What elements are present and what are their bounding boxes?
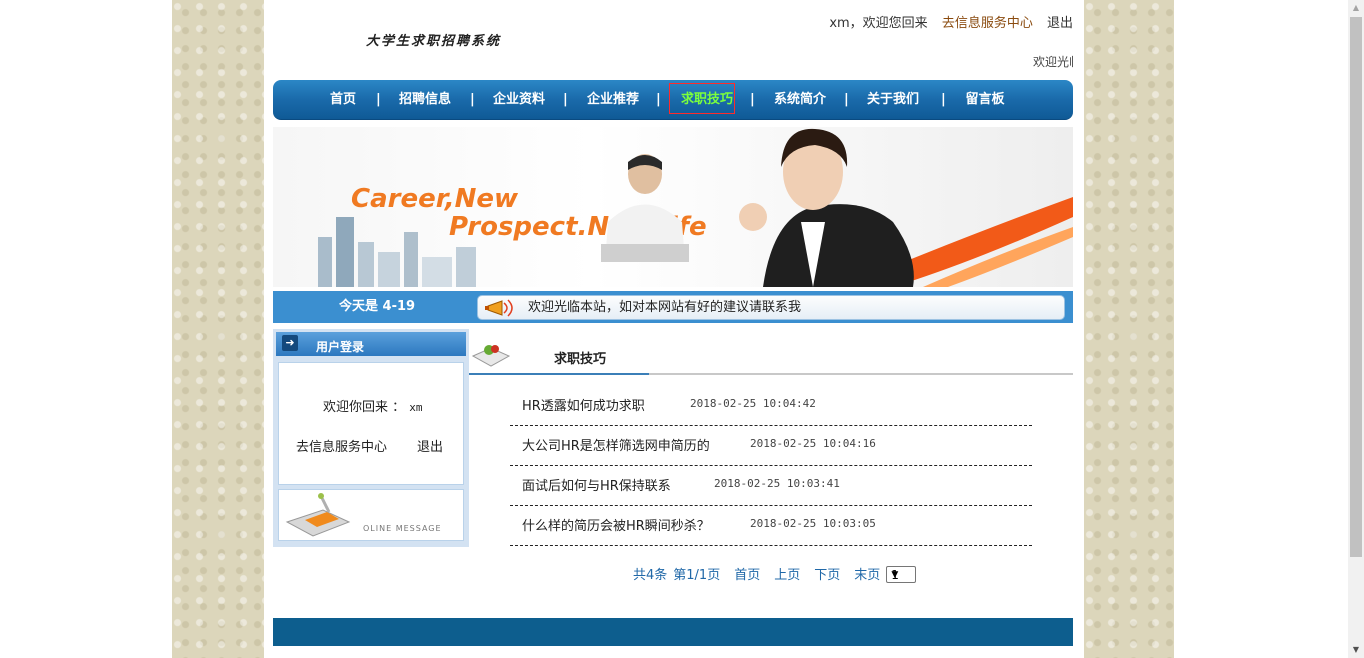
article-date: 2018-02-25 10:04:42	[690, 397, 816, 410]
nav-separator: |	[563, 92, 568, 107]
login-panel-header: ➜ 用户登录	[276, 332, 466, 356]
scroll-up-arrow-icon[interactable]: ▲	[1348, 0, 1364, 16]
pager-first-link[interactable]: 首页	[734, 568, 760, 583]
nav-separator: |	[941, 92, 946, 107]
login-sidebar: ➜ 用户登录 欢迎你回来 ： xm 去信息服务中心 退出 OLINE MESSA…	[273, 329, 469, 547]
hero-banner: Career,New Prospect.New life	[273, 127, 1073, 287]
page-background-right	[1084, 0, 1174, 658]
article-date: 2018-02-25 10:03:41	[714, 477, 840, 490]
login-panel-title: 用户登录	[316, 340, 365, 354]
nav-home[interactable]: 首页	[323, 80, 363, 119]
pager-page-info: 第1/1页	[673, 568, 721, 583]
nav-separator: |	[470, 92, 475, 107]
pager-total: 共4条	[633, 568, 668, 583]
notice-text: 欢迎光临本站，如对本网站有好的建议请联系我	[528, 300, 802, 315]
article-title-link[interactable]: 什么样的简历会被HR瞬间秒杀？	[522, 515, 710, 534]
page-background-left	[172, 0, 264, 658]
login-panel-body: 欢迎你回来 ： xm 去信息服务中心 退出	[278, 362, 464, 485]
nav-jobs[interactable]: 招聘信息	[397, 80, 453, 119]
article-date: 2018-02-25 10:04:16	[750, 437, 876, 450]
article-row: 大公司HR是怎样筛选网申简历的 2018-02-25 10:04:16	[510, 426, 1032, 466]
today-date: 今天是 4-19	[339, 299, 416, 314]
article-title-link[interactable]: HR透露如何成功求职	[522, 395, 645, 414]
top-logout-link[interactable]: 退出	[1047, 12, 1073, 31]
online-message-banner[interactable]: OLINE MESSAGE	[278, 489, 464, 541]
footer-bar	[273, 618, 1073, 646]
site-title: 大学生求职招聘系统	[366, 34, 502, 49]
top-user-links: xm，欢迎您回来 去信息服务中心 退出	[829, 12, 1073, 31]
message-pad-icon	[285, 493, 351, 537]
top-service-center-link[interactable]: 去信息服务中心	[942, 12, 1033, 31]
nav-guestbook[interactable]: 留言板	[964, 80, 1006, 119]
article-row: 什么样的简历会被HR瞬间秒杀？ 2018-02-25 10:03:05	[510, 506, 1032, 546]
nav-companies[interactable]: 企业资料	[491, 80, 547, 119]
welcome-message: 欢迎你回来 ： xm	[323, 396, 423, 415]
article-title-link[interactable]: 大公司HR是怎样筛选网申简历的	[522, 435, 710, 454]
top-marquee-text: 欢迎光临	[1033, 55, 1073, 69]
pager-next-link[interactable]: 下页	[814, 568, 840, 583]
sidebar-logout-link[interactable]: 退出	[417, 436, 443, 455]
man-photo-image	[601, 154, 689, 262]
article-row: 面试后如何与HR保持联系 2018-02-25 10:03:41	[510, 466, 1032, 506]
date-notice-bar: 今天是 4-19 欢迎光临本站，如对本网站有好的建议请联系我	[273, 291, 1073, 323]
section-divider-accent	[469, 373, 649, 375]
window-margin-left	[0, 0, 172, 658]
welcome-username: xm	[409, 401, 423, 414]
nav-recommended[interactable]: 企业推荐	[585, 80, 641, 119]
nav-tips-active[interactable]: 求职技巧	[669, 80, 735, 119]
section-tray-icon	[471, 345, 511, 367]
article-row: HR透露如何成功求职 2018-02-25 10:04:42	[510, 386, 1032, 426]
active-tab-highlight	[669, 83, 735, 114]
pager-last-link[interactable]: 末页	[854, 568, 880, 583]
nav-separator: |	[376, 92, 381, 107]
article-date: 2018-02-25 10:03:05	[750, 517, 876, 530]
welcome-prefix: 欢迎你回来 ：	[323, 400, 406, 415]
banner-slogan-line1: Career,New	[351, 184, 519, 214]
nav-separator: |	[750, 92, 755, 107]
arrow-right-icon: ➜	[282, 335, 298, 351]
section-title: 求职技巧	[554, 352, 607, 367]
vertical-scrollbar[interactable]: ▲ ▼	[1348, 0, 1364, 658]
top-greeting: xm，欢迎您回来	[829, 16, 928, 31]
chevron-down-icon: ▼	[891, 570, 899, 580]
main-navbar: 首页 | 招聘信息 | 企业资料 | 企业推荐 | 求职技巧 | 系统简介 | …	[273, 80, 1073, 120]
nav-about-system[interactable]: 系统简介	[772, 80, 828, 119]
pager-prev-link[interactable]: 上页	[774, 568, 800, 583]
nav-separator: |	[844, 92, 849, 107]
page-select[interactable]: 1 ▼	[886, 566, 917, 583]
scrollbar-thumb[interactable]	[1350, 17, 1362, 557]
scroll-down-arrow-icon[interactable]: ▼	[1348, 642, 1364, 658]
sidebar-service-center-link[interactable]: 去信息服务中心	[296, 436, 387, 455]
pagination: 共4条 第1/1页 首页 上页 下页 末页 1 ▼	[633, 564, 917, 584]
section-header: 求职技巧	[469, 330, 1073, 376]
article-title-link[interactable]: 面试后如何与HR保持联系	[522, 475, 671, 494]
nav-about-us[interactable]: 关于我们	[865, 80, 921, 119]
notice-box: 欢迎光临本站，如对本网站有好的建议请联系我	[477, 295, 1065, 320]
window-margin-right	[1174, 0, 1348, 658]
woman-photo-image	[739, 128, 1073, 287]
megaphone-icon	[485, 299, 513, 317]
nav-separator: |	[656, 92, 661, 107]
page-container: 大学生求职招聘系统 xm，欢迎您回来 去信息服务中心 退出 欢迎光临 首页 | …	[264, 0, 1084, 658]
online-message-text: OLINE MESSAGE	[363, 524, 442, 533]
